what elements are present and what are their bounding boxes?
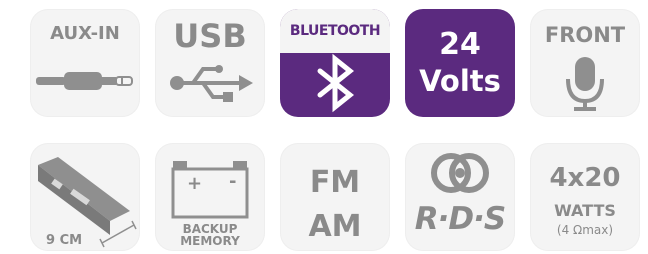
front-mic-tile: FRONT [530,9,640,117]
rds-tile: R·D·S [405,143,515,251]
fm-am-tile: FM AM [280,143,390,251]
backup-memory-tile: + - BACKUP MEMORY [155,143,265,251]
bluetooth-tile: BLUETOOTH [280,9,390,117]
bluetooth-icon [317,53,355,113]
rds-label: R·D·S [414,201,506,237]
volts-number: 24 [439,27,481,62]
impedance-label: (4 Ωmax) [556,223,614,237]
usb-tile: USB [155,9,265,117]
fm-label: FM [309,165,361,200]
din-size-tile: 9 CM [30,143,140,251]
feature-icon-grid: AUX-IN USB BLUETOOTH 24 Volts FRONT 9 CM… [0,0,648,254]
battery-plus: + [187,173,203,194]
aux-cable-icon [36,72,133,90]
am-label: AM [308,209,362,244]
power-output-value: 4x20 [549,163,621,193]
volts-tile: 24 Volts [405,9,515,117]
battery-minus: - [229,171,237,192]
usb-icon [170,65,253,102]
volts-unit: Volts [419,64,501,98]
power-output-tile: 4x20 WATTS (4 Ωmax) [530,143,640,251]
memory-label: MEMORY [180,234,240,248]
aux-in-tile: AUX-IN [30,9,140,117]
watts-label: WATTS [554,201,616,220]
microphone-icon [566,57,604,111]
din-size-label: 9 CM [46,233,83,248]
